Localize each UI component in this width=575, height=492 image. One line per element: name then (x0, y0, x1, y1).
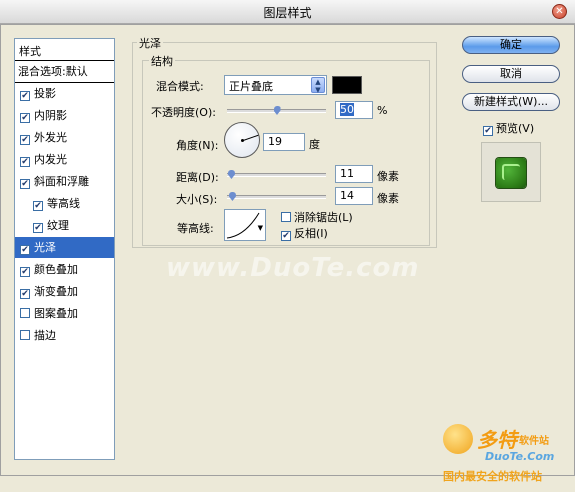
chevron-updown-icon: ▲ ▼ (311, 77, 325, 94)
style-item-checkbox[interactable] (20, 245, 30, 255)
style-item[interactable]: 纹理 (15, 215, 114, 237)
invert-label: 反相(I) (294, 227, 328, 240)
mascot-icon (443, 424, 473, 454)
distance-slider[interactable] (227, 170, 326, 179)
style-item[interactable]: 光泽 (15, 237, 114, 259)
style-item[interactable]: 颜色叠加 (15, 259, 114, 281)
preview-thumbnail (496, 158, 526, 188)
window-title: 图层样式 (263, 6, 312, 20)
invert-check-icon[interactable] (281, 231, 291, 241)
new-style-button[interactable]: 新建样式(W)... (462, 93, 560, 111)
ok-button[interactable]: 确定 (462, 36, 560, 54)
style-item[interactable]: 投影 (15, 83, 114, 105)
size-slider[interactable] (227, 192, 326, 201)
angle-dial[interactable] (224, 122, 260, 158)
preview-label: 预览(V) (496, 122, 535, 135)
style-item-checkbox[interactable] (20, 330, 30, 340)
style-item[interactable]: 内发光 (15, 149, 114, 171)
blend-mode-label: 混合模式: (156, 80, 204, 93)
style-item-label: 外发光 (34, 131, 67, 144)
style-list: 样式 混合选项:默认 投影内阴影外发光内发光斜面和浮雕等高线纹理光泽颜色叠加渐变… (14, 38, 115, 460)
anti-alias-checkbox[interactable]: 消除锯齿(L) (281, 209, 353, 225)
preview-checkbox[interactable]: 预览(V) (483, 120, 534, 136)
style-item-checkbox[interactable] (20, 135, 30, 145)
distance-input[interactable]: 11 (335, 165, 373, 183)
opacity-label: 不透明度(O): (151, 106, 216, 119)
logo-brand-sub: 软件站 (519, 436, 549, 447)
style-item[interactable]: 内阴影 (15, 105, 114, 127)
blend-mode-select[interactable]: 正片叠底 ▲ ▼ (224, 75, 327, 95)
style-item-label: 光泽 (34, 241, 56, 254)
site-logo: 多特 软件站 DuoTe.Com 国内最安全的软件站 (441, 420, 571, 492)
group-title: 结构 (149, 53, 175, 69)
style-item-checkbox[interactable] (33, 223, 43, 233)
color-swatch[interactable] (332, 76, 362, 94)
style-item-checkbox[interactable] (20, 157, 30, 167)
section-title: 光泽 (137, 35, 163, 51)
size-unit: 像素 (377, 192, 399, 205)
logo-brand: 多特 (477, 428, 517, 452)
style-item-checkbox[interactable] (20, 113, 30, 123)
angle-unit: 度 (309, 138, 320, 151)
style-item[interactable]: 斜面和浮雕 (15, 171, 114, 193)
style-item-label: 颜色叠加 (34, 263, 78, 276)
distance-label: 距离(D): (176, 171, 219, 184)
chevron-down-icon: ▼ (257, 224, 263, 232)
cancel-button[interactable]: 取消 (462, 65, 560, 83)
style-item-label: 描边 (34, 329, 56, 342)
opacity-value: 50 (340, 103, 354, 116)
style-item-label: 斜面和浮雕 (34, 175, 89, 188)
size-label: 大小(S): (176, 193, 218, 206)
style-item-label: 内阴影 (34, 109, 67, 122)
invert-checkbox[interactable]: 反相(I) (281, 225, 328, 241)
size-input[interactable]: 14 (335, 187, 373, 205)
style-item-label: 渐变叠加 (34, 285, 78, 298)
opacity-slider[interactable] (227, 106, 326, 115)
angle-center (241, 139, 244, 142)
opacity-input[interactable]: 50 (335, 101, 373, 119)
angle-input[interactable]: 19 (263, 133, 305, 151)
style-item-label: 纹理 (47, 219, 69, 232)
style-item[interactable]: 外发光 (15, 127, 114, 149)
opacity-unit: % (377, 104, 388, 117)
style-item-checkbox[interactable] (20, 289, 30, 299)
style-item-checkbox[interactable] (20, 267, 30, 277)
logo-slogan: 国内最安全的软件站 (443, 470, 542, 483)
style-item[interactable]: 图案叠加 (15, 303, 114, 325)
style-item-label: 投影 (34, 87, 56, 100)
blend-mode-value: 正片叠底 (229, 80, 273, 93)
distance-unit: 像素 (377, 170, 399, 183)
title-bar: 图层样式 ✕ (0, 0, 575, 24)
preview-check-icon[interactable] (483, 126, 493, 136)
style-item-checkbox[interactable] (33, 201, 43, 211)
angle-hand (243, 134, 259, 141)
blend-options-item[interactable]: 混合选项:默认 (15, 61, 114, 83)
style-item-label: 等高线 (47, 197, 80, 210)
logo-url: DuoTe.Com (485, 450, 555, 463)
contour-label: 等高线: (177, 222, 214, 235)
style-item[interactable]: 描边 (15, 325, 114, 347)
style-preview (481, 142, 541, 202)
style-list-header[interactable]: 样式 (15, 39, 114, 61)
style-item-label: 内发光 (34, 153, 67, 166)
anti-alias-check-icon[interactable] (281, 212, 291, 222)
style-item-label: 图案叠加 (34, 307, 78, 320)
close-icon[interactable]: ✕ (552, 4, 567, 19)
anti-alias-label: 消除锯齿(L) (294, 211, 353, 224)
dialog-body: 样式 混合选项:默认 投影内阴影外发光内发光斜面和浮雕等高线纹理光泽颜色叠加渐变… (0, 24, 575, 483)
style-item[interactable]: 渐变叠加 (15, 281, 114, 303)
style-item-checkbox[interactable] (20, 308, 30, 318)
watermark: www.DuoTe.com (166, 253, 420, 283)
angle-label: 角度(N): (176, 139, 219, 152)
style-item-checkbox[interactable] (20, 91, 30, 101)
contour-picker[interactable]: ▼ (224, 209, 266, 241)
style-item[interactable]: 等高线 (15, 193, 114, 215)
style-item-checkbox[interactable] (20, 179, 30, 189)
